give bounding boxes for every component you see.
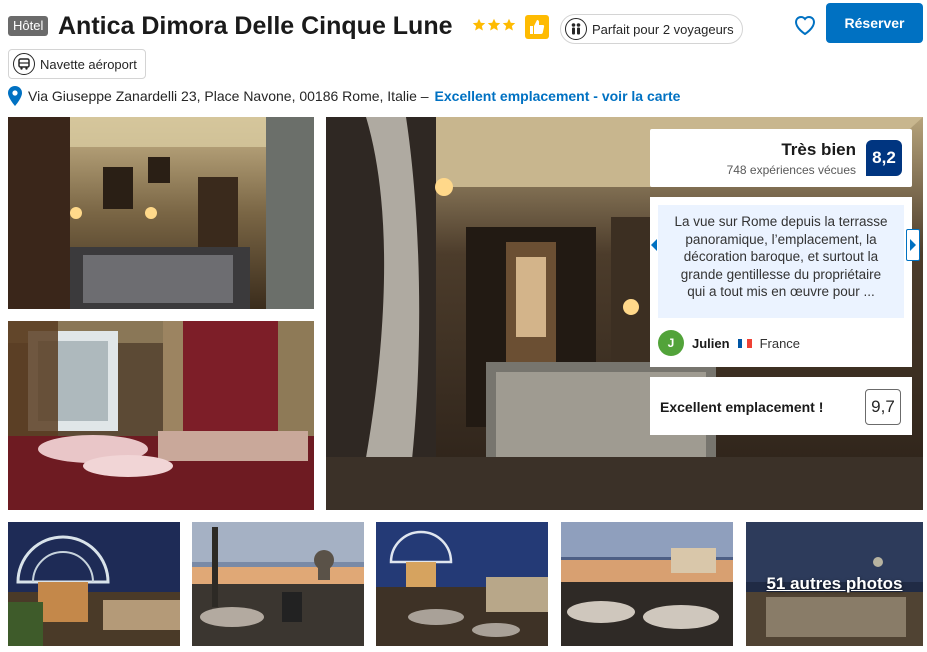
location-score-value: 9,7 xyxy=(865,389,901,425)
photo-terrace-1[interactable] xyxy=(8,522,180,646)
rating-card[interactable]: Très bien 748 expériences vécues 8,2 xyxy=(650,129,912,187)
star-icon xyxy=(487,18,501,31)
review-line: décoration baroque, et surtout la xyxy=(683,249,879,264)
reserve-button[interactable]: Réserver xyxy=(826,3,923,43)
photo-terrace-2[interactable] xyxy=(192,522,364,646)
avatar: J xyxy=(658,330,684,356)
photo-terrace-4[interactable] xyxy=(561,522,733,646)
star-icon xyxy=(502,18,516,31)
reviewer-country: France xyxy=(759,335,801,351)
photo-more[interactable]: 51 autres photos xyxy=(746,522,923,646)
more-photos-label[interactable]: 51 autres photos xyxy=(746,574,923,594)
review-card[interactable]: La vue sur Rome depuis la terrasse panor… xyxy=(647,197,920,367)
rating-label: Très bien xyxy=(781,140,856,159)
thumbs-up-icon[interactable] xyxy=(525,15,549,39)
reviewer-name: Julien xyxy=(692,335,730,351)
shuttle-pill[interactable]: Navette aéroport xyxy=(8,49,146,79)
review-line: panoramique, l’emplacement, la xyxy=(685,231,877,247)
map-link[interactable]: Excellent emplacement - voir la carte xyxy=(435,88,681,104)
photo-terrace-3[interactable] xyxy=(376,522,548,646)
location-pin-icon xyxy=(8,86,22,106)
rating-score: 8,2 xyxy=(866,140,902,176)
star-rating xyxy=(472,18,516,32)
location-score-card[interactable]: Excellent emplacement ! 9,7 xyxy=(650,377,912,435)
photo-room-2[interactable] xyxy=(8,321,314,510)
travelers-pill[interactable]: Parfait pour 2 voyageurs xyxy=(560,14,743,44)
travelers-label: Parfait pour 2 voyageurs xyxy=(592,21,734,37)
location-score-label: Excellent emplacement ! xyxy=(660,399,824,415)
review-line: La vue sur Rome depuis la terrasse xyxy=(674,214,888,229)
shuttle-label: Navette aéroport xyxy=(40,56,137,72)
review-line: grande gentillesse du propriétaire xyxy=(680,266,882,282)
hotel-title: Antica Dimora Delle Cinque Lune xyxy=(58,12,453,40)
address-row: Via Giuseppe Zanardelli 23, Place Navone… xyxy=(8,86,680,106)
review-quote: La vue sur Rome depuis la terrasse panor… xyxy=(658,205,904,318)
chevron-left-icon[interactable] xyxy=(647,229,661,261)
review-line: qui a tout mis en œuvre pour ... xyxy=(687,284,875,299)
reviewer: J Julien France xyxy=(658,330,800,356)
travelers-icon xyxy=(565,18,587,40)
photo-room-1[interactable] xyxy=(8,117,314,309)
rating-count: 748 expériences vécues xyxy=(726,163,856,177)
heart-icon[interactable] xyxy=(790,10,820,40)
address-text: Via Giuseppe Zanardelli 23, Place Navone… xyxy=(28,88,429,104)
star-icon xyxy=(472,18,486,31)
chevron-right-icon[interactable] xyxy=(906,229,920,261)
shuttle-icon xyxy=(13,53,35,75)
property-type-badge: Hôtel xyxy=(8,16,49,36)
france-flag-icon xyxy=(737,338,752,348)
